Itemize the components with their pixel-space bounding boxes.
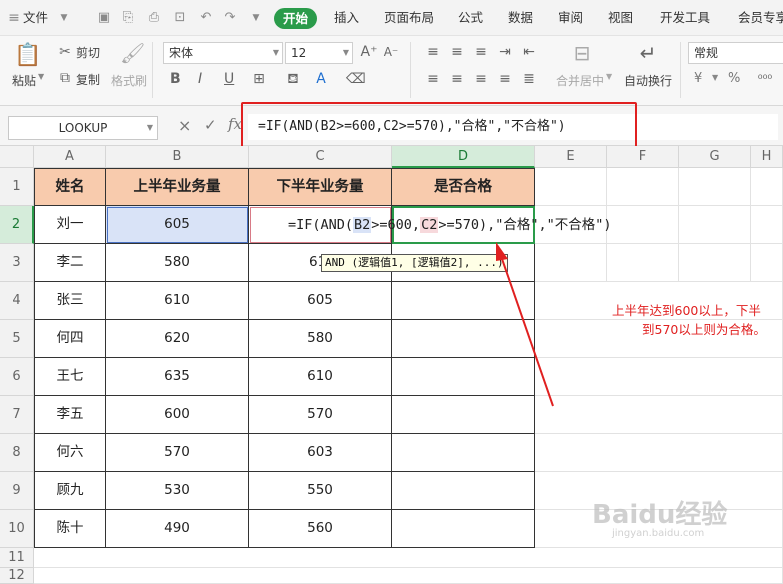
clear-format-icon[interactable]: ⌫ <box>346 71 366 87</box>
export-icon[interactable]: ⎘ <box>120 10 136 26</box>
divider <box>152 42 153 98</box>
tab-page-layout[interactable]: 页面布局 <box>384 0 434 36</box>
wrap-text-icon[interactable]: ↵ <box>636 42 660 64</box>
chevron-down-icon[interactable]: ▼ <box>712 73 718 82</box>
align-bottom-icon[interactable]: ≡ <box>472 44 490 60</box>
spreadsheet-grid[interactable]: A B C D E F G H 1 2 3 4 5 6 7 8 9 10 11 … <box>0 146 783 584</box>
menu-bar: ≡ 文件 ▼ ▣ ⎘ ⎙ ⊡ ↶ ↷ ▼ 开始 插入 页面布局 公式 数据 审阅… <box>0 0 783 36</box>
merge-icon[interactable]: ⊟ <box>570 42 594 64</box>
currency-button[interactable]: ¥ <box>694 71 702 86</box>
copy-icon[interactable]: ⧉ <box>56 70 74 86</box>
chevron-down-icon[interactable]: ▼ <box>606 72 612 81</box>
tab-developer[interactable]: 开发工具 <box>660 0 710 36</box>
print-preview-icon[interactable]: ⊡ <box>172 10 188 26</box>
fill-color-icon[interactable]: ⛾ <box>284 71 302 87</box>
align-left-icon[interactable]: ≡ <box>424 71 442 87</box>
name-box[interactable]: LOOKUP ▼ <box>8 116 158 140</box>
merge-center-button[interactable]: 合并居中 <box>556 72 604 89</box>
tab-formulas[interactable]: 公式 <box>458 0 483 36</box>
italic-button[interactable]: I <box>198 71 202 87</box>
save-icon[interactable]: ▣ <box>96 10 112 26</box>
paste-icon[interactable]: 📋 <box>14 44 42 68</box>
align-center-icon[interactable]: ≡ <box>448 71 466 87</box>
thousands-separator-icon[interactable]: ⁰⁰⁰ <box>756 71 774 87</box>
chevron-down-icon: ▼ <box>146 123 153 132</box>
wrap-text-button[interactable]: 自动换行 <box>624 72 672 89</box>
format-painter-icon[interactable]: 🖌 <box>120 42 145 64</box>
format-painter-button[interactable]: 格式刷 <box>111 72 147 89</box>
font-color-icon[interactable]: A <box>312 71 330 87</box>
align-middle-icon[interactable]: ≡ <box>448 44 466 60</box>
watermark-url: jingyan.baidu.com <box>612 528 705 539</box>
font-name-select[interactable]: 宋体 ▼ <box>163 42 283 64</box>
number-format-value: 常规 <box>694 46 719 60</box>
align-right-icon[interactable]: ≡ <box>472 71 490 87</box>
tab-view[interactable]: 视图 <box>608 0 633 36</box>
redo-icon[interactable]: ↷ <box>222 10 238 26</box>
tab-review[interactable]: 审阅 <box>558 0 583 36</box>
watermark-logo: Baidu经验 <box>592 500 728 530</box>
scissors-icon[interactable]: ✂ <box>56 44 74 60</box>
number-format-select[interactable]: 常规 <box>688 42 783 64</box>
font-name-value: 宋体 <box>169 46 194 60</box>
customize-quick-access-icon[interactable]: ▼ <box>248 10 264 26</box>
name-box-value: LOOKUP <box>58 121 108 135</box>
cut-button[interactable]: 剪切 <box>76 44 100 61</box>
tab-insert[interactable]: 插入 <box>334 0 359 36</box>
copy-button[interactable]: 复制 <box>76 71 100 88</box>
decrease-font-icon[interactable]: A⁻ <box>382 44 400 60</box>
cancel-icon[interactable]: × <box>178 116 191 135</box>
chevron-down-icon: ▼ <box>272 48 279 57</box>
function-icon[interactable]: fx <box>228 115 242 133</box>
bold-button[interactable]: B <box>170 71 181 87</box>
divider <box>410 42 411 98</box>
undo-icon[interactable]: ↶ <box>198 10 214 26</box>
align-top-icon[interactable]: ≡ <box>424 44 442 60</box>
ribbon-toolbar: 📋 粘贴 ▼ ✂ 剪切 ⧉ 复制 🖌 格式刷 宋体 ▼ 12 ▼ A⁺ A⁻ B I… <box>0 36 783 106</box>
highlight-box <box>241 102 637 150</box>
distributed-icon[interactable]: ≣ <box>520 71 538 87</box>
tab-data[interactable]: 数据 <box>508 0 533 36</box>
font-size-value: 12 <box>291 46 307 60</box>
underline-button[interactable]: U <box>224 71 234 87</box>
chevron-down-icon[interactable]: ▼ <box>56 10 72 26</box>
tab-member[interactable]: 会员专享 <box>738 0 783 36</box>
font-size-select[interactable]: 12 ▼ <box>285 42 353 64</box>
increase-font-icon[interactable]: A⁺ <box>360 44 378 60</box>
paste-button[interactable]: 粘贴 <box>12 72 36 89</box>
enter-icon[interactable]: ✓ <box>204 116 217 134</box>
divider <box>680 42 681 98</box>
border-icon[interactable]: ⊞ <box>250 71 268 87</box>
print-icon[interactable]: ⎙ <box>146 10 162 26</box>
tab-home[interactable]: 开始 <box>274 8 318 29</box>
chevron-down-icon: ▼ <box>342 48 349 57</box>
justify-icon[interactable]: ≡ <box>496 71 514 87</box>
file-menu[interactable]: 文件 <box>23 0 48 36</box>
indent-icon[interactable]: ⇥ <box>496 44 514 60</box>
chevron-down-icon[interactable]: ▼ <box>38 72 44 81</box>
outdent-icon[interactable]: ⇤ <box>520 44 538 60</box>
percent-button[interactable]: % <box>728 71 740 86</box>
menu-icon[interactable]: ≡ <box>6 10 22 26</box>
